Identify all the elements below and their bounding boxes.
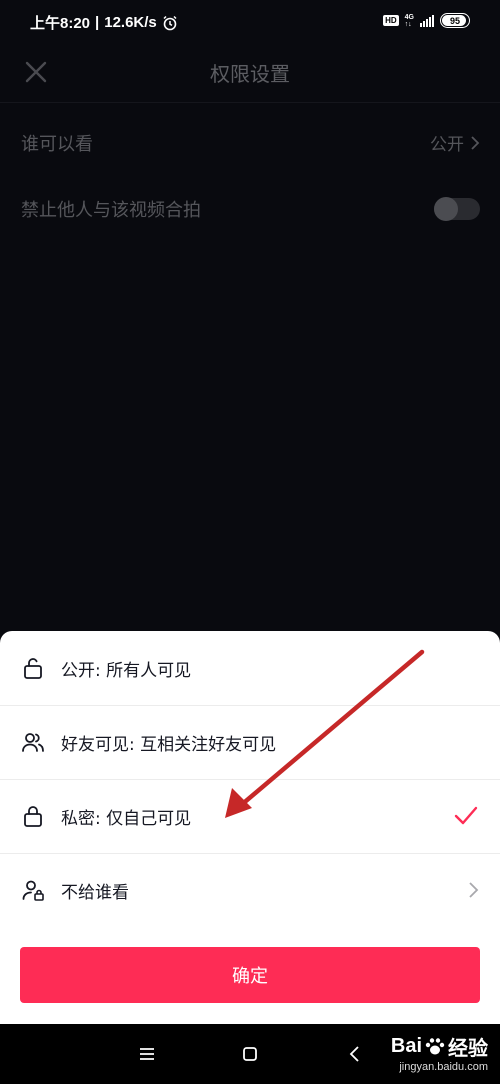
back-icon[interactable] xyxy=(343,1042,367,1066)
network-type: 4G xyxy=(404,13,414,21)
option-hide-from[interactable]: 不给谁看 xyxy=(0,853,500,927)
setting-who-can-view-label: 谁可以看 xyxy=(21,134,93,155)
checkmark-icon xyxy=(454,806,478,825)
confirm-button[interactable]: 确定 xyxy=(20,947,480,1003)
paw-icon xyxy=(425,1037,445,1054)
battery-icon: 95 xyxy=(440,13,470,28)
status-left: 上午8:20 | 12.6K/s xyxy=(30,12,178,33)
lock-icon xyxy=(24,806,42,827)
menu-icon[interactable] xyxy=(135,1042,159,1066)
option-private[interactable]: 私密: 仅自己可见 xyxy=(0,779,500,854)
friends-icon xyxy=(22,733,44,752)
watermark: Bai 经验 jingyan.baidu.com xyxy=(391,1032,488,1073)
network-indicator: 4G ↑↓ xyxy=(405,14,414,28)
status-bar: 上午8:20 | 12.6K/s HD 4G ↑↓ 95 xyxy=(0,0,500,44)
setting-disable-duet-label: 禁止他人与该视频合拍 xyxy=(21,200,201,221)
status-right: HD 4G ↑↓ 95 xyxy=(383,13,470,28)
system-nav-bar: Bai 经验 jingyan.baidu.com xyxy=(0,1024,500,1084)
signal-icon xyxy=(420,14,434,27)
status-time: 上午8:20 xyxy=(30,15,91,32)
battery-level: 95 xyxy=(449,15,460,26)
chevron-right-icon xyxy=(469,882,479,898)
option-private-label: 私密: 仅自己可见 xyxy=(61,809,192,829)
setting-who-can-view[interactable]: 谁可以看 公开 xyxy=(0,112,500,172)
status-speed: 12.6K/s xyxy=(104,14,157,31)
status-divider: | xyxy=(95,14,100,31)
setting-disable-duet: 禁止他人与该视频合拍 xyxy=(0,178,500,238)
watermark-url: jingyan.baidu.com xyxy=(399,1061,488,1073)
disable-duet-toggle[interactable] xyxy=(434,197,480,221)
privacy-bottom-sheet: 公开: 所有人可见 好友可见: 互相关注好友可见 私密: 仅自己可见 不给谁看 xyxy=(0,631,500,1024)
user-lock-icon xyxy=(22,880,44,901)
option-hide-from-label: 不给谁看 xyxy=(61,883,129,903)
page-title: 权限设置 xyxy=(210,62,290,86)
network-arrows-icon: ↑↓ xyxy=(404,20,412,28)
alarm-icon xyxy=(163,15,177,30)
watermark-brand-text: Bai xyxy=(390,1035,422,1057)
chevron-right-icon xyxy=(471,135,480,150)
toggle-knob xyxy=(434,197,458,221)
option-public-label: 公开: 所有人可见 xyxy=(61,661,192,681)
option-friends[interactable]: 好友可见: 互相关注好友可见 xyxy=(0,705,500,780)
watermark-brand-suffix: 经验 xyxy=(448,1038,488,1060)
option-friends-label: 好友可见: 互相关注好友可见 xyxy=(61,735,277,755)
home-icon[interactable] xyxy=(238,1042,262,1066)
option-public[interactable]: 公开: 所有人可见 xyxy=(0,631,500,706)
setting-who-can-view-value: 公开 xyxy=(430,135,464,155)
page-header: 权限设置 xyxy=(0,44,500,103)
hd-badge: HD xyxy=(383,15,399,26)
unlock-icon xyxy=(24,658,42,679)
setting-who-can-view-value-wrap: 公开 xyxy=(430,130,480,155)
watermark-brand: Bai 经验 xyxy=(391,1032,488,1061)
